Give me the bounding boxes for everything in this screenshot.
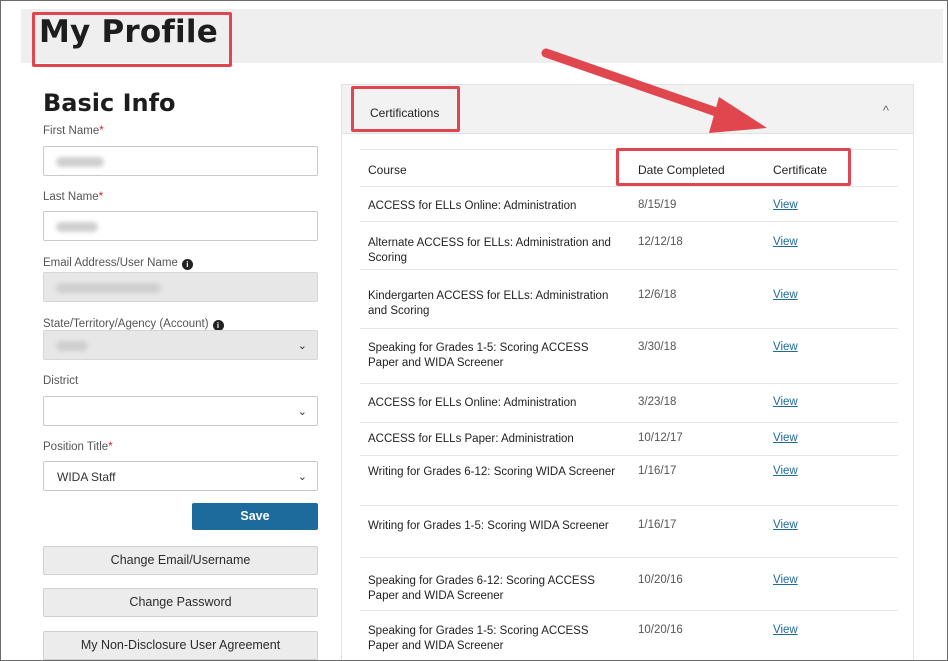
course-name: Writing for Grades 1-5: Scoring WIDA Scr… bbox=[368, 520, 609, 532]
first-name-field[interactable] bbox=[43, 146, 318, 176]
highlight-box-page-title bbox=[32, 12, 232, 67]
course-name: Speaking for Grades 1-5: Scoring ACCESS … bbox=[368, 625, 589, 652]
table-row: Writing for Grades 1-5: Scoring WIDA Scr… bbox=[360, 506, 898, 558]
view-certificate-link[interactable]: View bbox=[773, 199, 798, 211]
date-completed: 10/12/17 bbox=[638, 432, 683, 444]
course-name: Speaking for Grades 1-5: Scoring ACCESS … bbox=[368, 342, 589, 369]
state-select[interactable]: ⌄ bbox=[43, 330, 318, 360]
view-certificate-link[interactable]: View bbox=[773, 465, 798, 477]
course-name: Writing for Grades 6-12: Scoring WIDA Sc… bbox=[368, 466, 616, 478]
view-certificate-link[interactable]: View bbox=[773, 236, 798, 248]
nda-agreement-button[interactable]: My Non-Disclosure User Agreement bbox=[43, 631, 318, 660]
first-name-label: First Name* bbox=[43, 125, 104, 137]
save-button[interactable]: Save bbox=[192, 503, 318, 530]
date-completed: 10/20/16 bbox=[638, 574, 683, 586]
course-name: Kindergarten ACCESS for ELLs: Administra… bbox=[368, 290, 609, 317]
course-name: ACCESS for ELLs Online: Administration bbox=[368, 200, 577, 212]
redacted-value bbox=[56, 157, 104, 167]
basic-info-heading: Basic Info bbox=[43, 89, 176, 117]
position-title-label: Position Title* bbox=[43, 441, 113, 453]
change-password-button[interactable]: Change Password bbox=[43, 588, 318, 617]
course-name: ACCESS for ELLs Online: Administration bbox=[368, 397, 577, 409]
view-certificate-link[interactable]: View bbox=[773, 519, 798, 531]
date-completed: 12/12/18 bbox=[638, 236, 683, 248]
redacted-value bbox=[56, 341, 88, 351]
view-certificate-link[interactable]: View bbox=[773, 574, 798, 586]
table-row: Writing for Grades 6-12: Scoring WIDA Sc… bbox=[360, 456, 898, 506]
highlight-box-date-certificate-columns bbox=[616, 148, 851, 186]
chevron-down-icon: ⌄ bbox=[297, 340, 307, 352]
redacted-value bbox=[56, 283, 161, 293]
email-field bbox=[43, 272, 318, 302]
view-certificate-link[interactable]: View bbox=[773, 289, 798, 301]
date-completed: 8/15/19 bbox=[638, 199, 677, 211]
change-email-button[interactable]: Change Email/Username bbox=[43, 546, 318, 575]
view-certificate-link[interactable]: View bbox=[773, 624, 798, 636]
course-name: Speaking for Grades 6-12: Scoring ACCESS… bbox=[368, 575, 595, 602]
course-name: Alternate ACCESS for ELLs: Administratio… bbox=[368, 237, 611, 264]
last-name-field[interactable] bbox=[43, 211, 318, 241]
column-header-course: Course bbox=[368, 163, 407, 177]
chevron-down-icon: ⌄ bbox=[297, 406, 307, 418]
position-title-value: WIDA Staff bbox=[57, 470, 116, 484]
table-row: Kindergarten ACCESS for ELLs: Administra… bbox=[360, 270, 898, 329]
view-certificate-link[interactable]: View bbox=[773, 341, 798, 353]
date-completed: 3/23/18 bbox=[638, 396, 677, 408]
date-completed: 1/16/17 bbox=[638, 465, 677, 477]
redacted-value bbox=[56, 222, 98, 232]
last-name-label: Last Name* bbox=[43, 191, 104, 203]
district-select[interactable]: ⌄ bbox=[43, 396, 318, 426]
table-row: Speaking for Grades 6-12: Scoring ACCESS… bbox=[360, 558, 898, 611]
chevron-down-icon: ⌄ bbox=[297, 471, 307, 483]
screenshot-frame: My Profile Basic Info First Name* Last N… bbox=[0, 0, 948, 661]
date-completed: 3/30/18 bbox=[638, 341, 677, 353]
table-row: ACCESS for ELLs Paper: Administration 10… bbox=[360, 423, 898, 456]
view-certificate-link[interactable]: View bbox=[773, 432, 798, 444]
table-row: Alternate ACCESS for ELLs: Administratio… bbox=[360, 222, 898, 270]
collapse-caret-icon[interactable]: ^ bbox=[883, 103, 889, 118]
date-completed: 10/20/16 bbox=[638, 624, 683, 636]
info-icon[interactable]: i bbox=[181, 259, 193, 270]
highlight-box-certifications bbox=[351, 86, 460, 132]
view-certificate-link[interactable]: View bbox=[773, 396, 798, 408]
table-row: Speaking for Grades 1-5: Scoring ACCESS … bbox=[360, 611, 898, 660]
course-name: ACCESS for ELLs Paper: Administration bbox=[368, 433, 574, 445]
email-label: Email Address/User Name i bbox=[43, 257, 193, 270]
date-completed: 12/6/18 bbox=[638, 289, 677, 301]
position-title-select[interactable]: WIDA Staff ⌄ bbox=[43, 461, 318, 491]
table-row: Speaking for Grades 1-5: Scoring ACCESS … bbox=[360, 329, 898, 384]
district-label: District bbox=[43, 375, 79, 387]
date-completed: 1/16/17 bbox=[638, 519, 677, 531]
table-row: ACCESS for ELLs Online: Administration 8… bbox=[360, 187, 898, 222]
table-row: ACCESS for ELLs Online: Administration 3… bbox=[360, 384, 898, 423]
